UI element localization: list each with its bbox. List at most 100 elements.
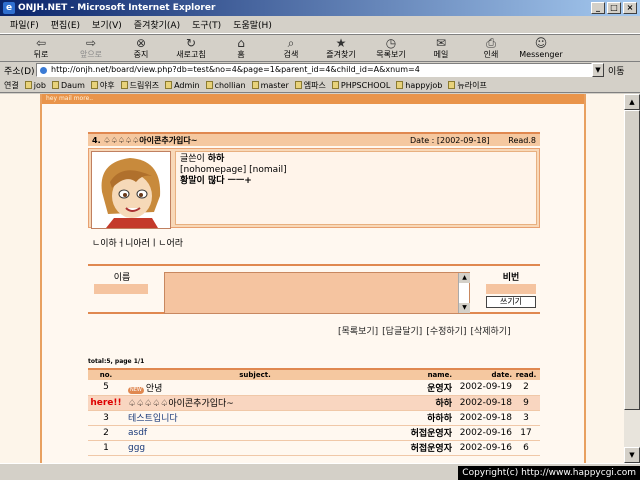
reply-button[interactable]: [답글달기] — [382, 324, 422, 337]
favorites-button[interactable]: ★ 즐겨찾기 — [316, 35, 366, 63]
comment-textarea[interactable] — [164, 272, 470, 314]
menu-file[interactable]: 파일(F) — [4, 18, 45, 31]
links-label: 연결 — [4, 80, 19, 90]
messenger-icon: ☺ — [534, 36, 548, 50]
menu-help[interactable]: 도움말(H) — [227, 18, 278, 31]
link-item[interactable]: Admin — [165, 81, 200, 90]
link-item[interactable]: 야후 — [90, 80, 115, 91]
link-text: 드림위즈 — [129, 80, 160, 90]
link-item[interactable]: 엠파스 — [294, 80, 326, 91]
history-label: 목록보기 — [376, 50, 406, 59]
link-item[interactable]: PHPSCHOOL — [331, 81, 390, 90]
forward-label: 앞으로 — [79, 50, 103, 59]
stop-icon: ⊗ — [135, 36, 147, 50]
submit-comment-button[interactable]: 쓰기기 — [486, 296, 536, 308]
post-text: 황말이 많다 ㅡㅡ+ — [180, 176, 252, 186]
menu-favorites[interactable]: 즐겨찾기(A) — [128, 18, 186, 31]
edit-button[interactable]: [수정하기] — [426, 324, 466, 337]
go-button[interactable]: 이동 — [604, 64, 625, 77]
link-item[interactable]: happyjob — [396, 81, 442, 90]
menu-view[interactable]: 보기(V) — [86, 18, 128, 31]
list-view-button[interactable]: [목록보기] — [338, 324, 378, 337]
row-subject[interactable]: ggg — [124, 440, 382, 456]
table-row[interactable]: 2 asdf 허접운영자 2002-09-16 17 — [88, 425, 540, 441]
menu-tools[interactable]: 도구(T) — [186, 18, 227, 31]
refresh-icon: ↻ — [185, 36, 197, 50]
table-row[interactable]: 5 NEW 안녕 운영자 2002-09-19 2 — [88, 380, 540, 396]
forward-button[interactable]: ⇨ 앞으로 — [66, 35, 116, 63]
name-field[interactable] — [94, 284, 148, 294]
back-button[interactable]: ⇦ 뒤로 — [16, 35, 66, 63]
scroll-down-icon[interactable]: ▼ — [624, 447, 640, 463]
address-dropdown-icon[interactable]: ▼ — [592, 63, 604, 77]
browser-window: e ONJH.NET - Microsoft Internet Explorer… — [0, 0, 640, 480]
favorites-label: 즐겨찾기 — [326, 50, 356, 59]
link-item[interactable]: 뉴라이프 — [448, 80, 487, 91]
messenger-button[interactable]: ☺ Messenger — [516, 35, 566, 63]
link-text: 엠파스 — [303, 80, 326, 90]
back-label: 뒤로 — [33, 50, 49, 59]
search-button[interactable]: ⌕ 검색 — [266, 35, 316, 63]
row-name[interactable]: 하하하 — [382, 410, 456, 426]
row-subject[interactable]: 테스트입니다 — [124, 410, 382, 426]
close-button[interactable]: × — [623, 2, 637, 14]
window-title: ONJH.NET - Microsoft Internet Explorer — [18, 3, 216, 13]
scroll-down-icon[interactable]: ▼ — [459, 303, 470, 313]
table-row-current[interactable]: here!! ♤♤♤♤♤아이콘추가입다~ 하하 2002-09-18 9 — [88, 395, 540, 411]
ie-logo-icon: e — [3, 2, 15, 14]
post-info: 글쓴이 하하 [nohomepage] [nomail] 황말이 많다 ㅡㅡ+ — [175, 151, 537, 225]
subject-text: 안녕 — [145, 383, 163, 394]
link-item[interactable]: 드림위즈 — [120, 80, 160, 91]
frame-header: hey mail more.. — [42, 94, 584, 104]
link-page-icon — [165, 81, 173, 89]
table-row[interactable]: 3 테스트입니다 하하하 2002-09-18 3 — [88, 410, 540, 426]
scroll-up-icon[interactable]: ▲ — [459, 273, 470, 283]
row-read: 6 — [512, 440, 540, 456]
password-field[interactable] — [486, 284, 536, 294]
link-item[interactable]: Daum — [51, 81, 85, 90]
maximize-button[interactable]: □ — [607, 2, 621, 14]
minimize-button[interactable]: _ — [591, 2, 605, 14]
home-label: 홈 — [237, 50, 245, 59]
menu-edit[interactable]: 편집(E) — [45, 18, 86, 31]
row-name[interactable]: 허접운영자 — [382, 425, 456, 441]
table-row[interactable]: 1 ggg 허접운영자 2002-09-16 6 — [88, 440, 540, 456]
row-no: 5 — [88, 380, 124, 396]
link-item[interactable]: job — [24, 81, 46, 90]
messenger-label: Messenger — [519, 50, 563, 59]
history-button[interactable]: ◷ 목록보기 — [366, 35, 416, 63]
row-subject[interactable]: ♤♤♤♤♤아이콘추가입다~ — [124, 395, 382, 411]
refresh-label: 새로고침 — [176, 50, 206, 59]
row-subject[interactable]: NEW 안녕 — [124, 380, 382, 396]
comment-text: ㄴ이하ㅓ니아러ㅣㄴ어라 — [92, 239, 184, 249]
row-subject[interactable]: asdf — [124, 425, 382, 441]
homepage-link[interactable]: [nohomepage] — [180, 165, 246, 175]
row-date: 2002-09-19 — [456, 380, 512, 396]
post-content: 황말이 많다 ㅡㅡ+ — [180, 176, 532, 187]
row-name[interactable]: 운영자 — [382, 380, 456, 396]
link-item[interactable]: chollian — [205, 81, 246, 90]
link-item[interactable]: master — [251, 81, 289, 90]
mail-button[interactable]: ✉ 메일 — [416, 35, 466, 63]
delete-button[interactable]: [삭제하기] — [470, 324, 510, 337]
comment-form: 이름 ▲ ▼ 비번 쓰기기 — [88, 264, 540, 314]
row-read: 9 — [512, 395, 540, 411]
stop-button[interactable]: ⊗ 중지 — [116, 35, 166, 63]
address-input[interactable]: http://onjh.net/board/view.php?db=test&n… — [36, 63, 592, 77]
row-no: 1 — [88, 440, 124, 456]
stop-label: 중지 — [133, 50, 149, 59]
page-scrollbar[interactable]: ▲ ▼ — [624, 94, 640, 463]
scroll-up-icon[interactable]: ▲ — [624, 94, 640, 110]
row-name[interactable]: 하하 — [382, 395, 456, 411]
textarea-scrollbar[interactable]: ▲ ▼ — [458, 273, 470, 313]
author-name[interactable]: 하하 — [208, 154, 225, 164]
print-button[interactable]: ⎙ 인쇄 — [466, 35, 516, 63]
row-name[interactable]: 허접운영자 — [382, 440, 456, 456]
avatar-drawing — [92, 152, 170, 228]
row-read: 3 — [512, 410, 540, 426]
mail-link[interactable]: [nomail] — [249, 165, 287, 175]
refresh-button[interactable]: ↻ 새로고침 — [166, 35, 216, 63]
home-button[interactable]: ⌂ 홈 — [216, 35, 266, 63]
link-text: Admin — [174, 80, 200, 90]
scroll-thumb[interactable] — [624, 110, 640, 410]
